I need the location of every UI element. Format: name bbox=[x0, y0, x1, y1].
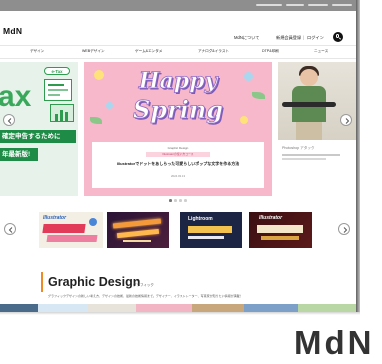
person-head bbox=[300, 69, 318, 86]
article-title[interactable]: Illustratorでドットをあしらった可愛らしいポップな文字を作る方法 bbox=[92, 161, 264, 167]
book-banner-3[interactable]: Lightroom bbox=[180, 212, 242, 248]
hero-slide-photoshop[interactable]: Photoshop アタック bbox=[278, 62, 356, 196]
chevron-left-icon bbox=[7, 118, 12, 124]
carousel-dot-active[interactable] bbox=[169, 199, 172, 202]
tax-slide-line2: 年最新版! bbox=[0, 148, 38, 161]
carousel-dot[interactable] bbox=[174, 199, 177, 202]
banner-prev-button[interactable] bbox=[4, 223, 16, 235]
chevron-right-icon bbox=[345, 118, 350, 124]
nav-item-web-design[interactable]: WEBデザイン bbox=[82, 49, 105, 54]
book-banner-4[interactable]: Illustrator bbox=[249, 212, 312, 248]
hero-slide-happy-spring[interactable]: Happy Spring Graphic Design Illustratorの… bbox=[84, 62, 272, 196]
utility-link[interactable] bbox=[286, 4, 304, 6]
section-accent-bar bbox=[41, 272, 43, 292]
utility-link[interactable] bbox=[332, 4, 352, 6]
banner-title: Illustrator bbox=[43, 215, 67, 221]
article-tag[interactable]: Illustratorの使い方コース bbox=[146, 152, 210, 157]
article-thumbnail-strip bbox=[0, 304, 356, 312]
article-date: 2024.03.13 bbox=[171, 174, 185, 178]
nav-item-dtp[interactable]: DTP&印刷 bbox=[262, 49, 279, 54]
chevron-right-icon bbox=[343, 227, 348, 233]
carousel-dot[interactable] bbox=[184, 199, 187, 202]
tax-slide-big-text: ax bbox=[0, 80, 32, 113]
hero-article-card[interactable]: Graphic Design Illustratorの使い方コース Illust… bbox=[92, 142, 264, 188]
article-category: Graphic Design bbox=[167, 146, 189, 150]
article-thumbnail[interactable] bbox=[192, 304, 244, 312]
login-link[interactable]: ログイン bbox=[307, 35, 324, 41]
banner-graphic bbox=[46, 235, 98, 242]
hero-prev-button[interactable] bbox=[3, 114, 15, 126]
nav-divider bbox=[0, 58, 356, 59]
skateboard bbox=[282, 102, 336, 107]
banner-title: Illustrator bbox=[259, 215, 283, 221]
person-pants bbox=[296, 122, 322, 140]
section-sub-label: グラフィック bbox=[133, 283, 154, 287]
article-thumbnail[interactable] bbox=[0, 304, 38, 312]
hero-slide-tax[interactable]: e-Tax ax 確定申告するために 年最新版! bbox=[0, 62, 78, 196]
article-thumbnail[interactable] bbox=[298, 304, 356, 312]
article-thumbnail[interactable] bbox=[244, 304, 298, 312]
device-frame-edge bbox=[356, 0, 360, 312]
device-frame-shadow bbox=[0, 312, 360, 315]
banner-next-button[interactable] bbox=[338, 223, 350, 235]
banner-title: Lightroom bbox=[188, 216, 213, 222]
article-thumbnail[interactable] bbox=[38, 304, 88, 312]
banner-graphic bbox=[188, 236, 224, 239]
hero-next-button[interactable] bbox=[340, 114, 352, 126]
hero-headline-spring: Spring bbox=[132, 95, 224, 124]
caption-line bbox=[282, 154, 340, 156]
hero-headline-happy: Happy bbox=[138, 68, 218, 94]
register-link[interactable]: 新規会員登録 bbox=[276, 35, 301, 41]
utility-bar bbox=[0, 0, 356, 11]
etax-badge: e-Tax bbox=[44, 67, 70, 75]
banner-graphic bbox=[89, 218, 97, 226]
utility-link[interactable] bbox=[308, 4, 328, 6]
section-description: グラフィックデザインの新しい考え方、デザインの技術、最新の技術情報まで。デザイナ… bbox=[48, 294, 243, 298]
banner-graphic bbox=[123, 240, 151, 242]
banner-graphic bbox=[112, 218, 162, 229]
book-banner-1[interactable]: Illustrator bbox=[39, 212, 103, 248]
book-banner-2[interactable] bbox=[107, 212, 169, 248]
site-logo[interactable]: MdN bbox=[3, 26, 22, 36]
nav-item-game[interactable]: ゲーム&エンタメ bbox=[135, 49, 162, 54]
search-button[interactable] bbox=[333, 32, 343, 42]
carousel-dot[interactable] bbox=[179, 199, 182, 202]
utility-link[interactable] bbox=[256, 4, 282, 6]
chevron-left-icon bbox=[8, 227, 13, 233]
photoshop-caption: Photoshop アタック bbox=[282, 146, 315, 150]
banner-graphic bbox=[257, 225, 303, 233]
caption-line bbox=[282, 158, 326, 160]
header-separator: | bbox=[303, 35, 305, 40]
nav-item-design[interactable]: デザイン bbox=[30, 49, 44, 54]
photoshop-caption-card: Photoshop アタック bbox=[278, 140, 356, 196]
website-viewport: MdN MdNについて 新規会員登録 | ログイン デザイン WEBデザイン ゲ… bbox=[0, 0, 356, 312]
banner-graphic bbox=[188, 226, 232, 233]
tax-slide-line1: 確定申告するために bbox=[0, 130, 76, 143]
section-heading: Graphic Design bbox=[48, 275, 141, 289]
banner-graphic bbox=[261, 236, 299, 240]
banner-graphic bbox=[42, 224, 86, 233]
banner-graphic bbox=[116, 228, 160, 239]
mdn-brand-logo: MdN bbox=[294, 324, 375, 361]
tax-document-graphic bbox=[44, 79, 72, 101]
article-thumbnail[interactable] bbox=[136, 304, 192, 312]
about-link[interactable]: MdNについて bbox=[234, 35, 259, 41]
nav-item-news[interactable]: ニュース bbox=[314, 49, 328, 54]
tax-chart-graphic bbox=[50, 104, 74, 122]
nav-item-illustration[interactable]: アナログ&イラスト bbox=[198, 49, 229, 54]
article-thumbnail[interactable] bbox=[88, 304, 136, 312]
header-divider bbox=[0, 45, 356, 46]
